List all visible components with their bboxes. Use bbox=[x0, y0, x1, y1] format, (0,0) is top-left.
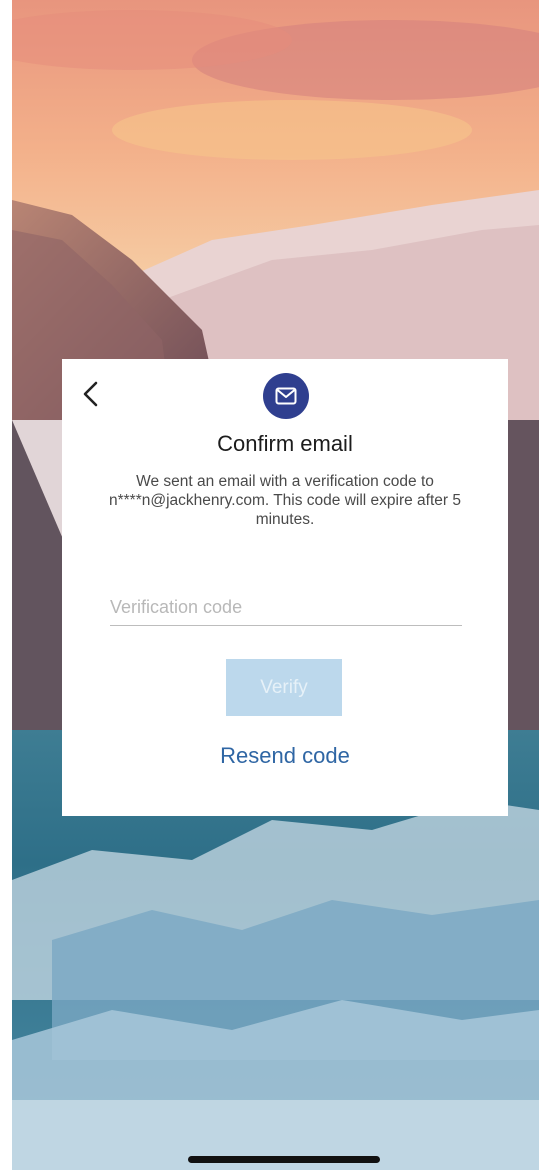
chevron-left-icon bbox=[83, 381, 98, 407]
dialog-description: We sent an email with a verification cod… bbox=[108, 473, 461, 528]
verification-code-input[interactable] bbox=[110, 590, 462, 626]
verify-button[interactable]: Verify bbox=[226, 659, 342, 716]
envelope-icon bbox=[275, 387, 297, 405]
confirm-email-screen: Confirm email We sent an email with a ve… bbox=[0, 0, 539, 1170]
home-indicator bbox=[188, 1156, 380, 1163]
back-button[interactable] bbox=[78, 379, 104, 409]
dialog-title: Confirm email bbox=[217, 431, 353, 456]
confirm-email-dialog: Confirm email We sent an email with a ve… bbox=[62, 359, 508, 816]
mail-badge bbox=[263, 373, 309, 419]
resend-code-link[interactable]: Resend code bbox=[62, 743, 508, 769]
